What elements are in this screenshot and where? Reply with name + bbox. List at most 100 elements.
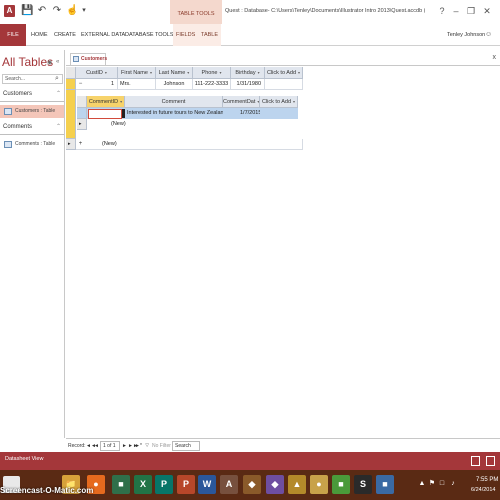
commentid-edit-field[interactable] [88, 109, 122, 119]
title-bar: A 💾 ↶ ↷ ☝ ▾ TABLE TOOLS Quest : Database… [0, 0, 500, 24]
sub-select-all-box[interactable] [77, 96, 87, 108]
word-icon[interactable]: W [198, 475, 216, 494]
volume-icon[interactable]: ♪ [449, 480, 457, 488]
last-record-button[interactable]: ►► [128, 441, 138, 451]
help-button[interactable]: ? [436, 5, 448, 17]
tab-database-tools[interactable]: DATABASE TOOLS [125, 24, 174, 46]
dropdown-arrow-icon[interactable]: ▾ [219, 70, 221, 75]
tab-file[interactable]: FILE [0, 24, 26, 46]
first-record-button[interactable]: ◄◄ [86, 441, 96, 451]
cell-birthday[interactable]: 1/31/1980 [231, 79, 265, 90]
sub-row-selector[interactable] [77, 108, 87, 119]
tray-expand-icon[interactable]: ▲ [418, 480, 426, 488]
dropdown-arrow-icon[interactable]: ▾ [187, 70, 189, 75]
column-header-label: CommentID [88, 99, 119, 105]
column-header-birthday[interactable]: Birthday ▾ [231, 67, 265, 79]
column-header-last-name[interactable]: Last Name ▾ [156, 67, 193, 79]
select-all-box[interactable] [66, 67, 76, 79]
dropdown-arrow-icon[interactable]: ▾ [120, 99, 122, 104]
sub-new-row-label[interactable]: (New) [111, 119, 151, 130]
sub-cell-click-to-add[interactable] [260, 108, 298, 119]
filter-icon[interactable]: ⛛ [145, 441, 149, 451]
app5-icon[interactable]: ● [310, 475, 328, 494]
new-record-button[interactable]: ►* [135, 441, 142, 451]
tab-home[interactable]: HOME [31, 24, 48, 46]
dropdown-arrow-icon[interactable]: ▾ [105, 70, 107, 75]
app4-icon[interactable]: ▲ [288, 475, 306, 494]
maximize-button[interactable]: ❐ [465, 5, 477, 17]
tab-create[interactable]: CREATE [54, 24, 76, 46]
row-selector[interactable] [66, 79, 76, 90]
access-app-icon[interactable]: A [4, 5, 15, 17]
next-record-button[interactable]: ► [121, 441, 128, 451]
smiley-icon[interactable]: ☺ [485, 31, 492, 38]
nav-item-customers-table[interactable]: Customers : Table [0, 105, 64, 118]
excel-icon[interactable]: X [134, 475, 152, 494]
pointer-icon[interactable]: ☝ [66, 5, 78, 17]
cell-last-name[interactable]: Johnson [156, 79, 193, 90]
tab-table[interactable]: TABLE [198, 24, 222, 46]
close-button[interactable]: ✕ [481, 5, 493, 17]
nav-dropdown-icon[interactable]: ◉ [47, 59, 52, 66]
undo-icon[interactable]: ↶ [36, 5, 48, 17]
new-record-star-icon: ▸ [68, 141, 71, 147]
sub-cell-comment[interactable]: Interested in future tours to New Zealan… [127, 108, 223, 119]
cell-custid[interactable]: 1 [76, 79, 118, 90]
app6-icon[interactable]: ■ [332, 475, 350, 494]
previous-record-button[interactable]: ◄ [93, 441, 100, 451]
nav-collapse-icon[interactable]: « [56, 59, 59, 65]
powerpoint-icon[interactable]: P [177, 475, 195, 494]
no-filter-button[interactable]: No Filter [152, 441, 171, 451]
record-position-input[interactable]: 1 of 1 [100, 441, 120, 451]
document-tab-customers[interactable]: Customers [70, 53, 107, 65]
sub-column-header-click-to-add[interactable]: Click to Add ▾ [260, 96, 298, 108]
publisher-icon[interactable]: P [155, 475, 173, 494]
group-header-comments[interactable]: Comments ⌃ [0, 121, 64, 135]
sub-column-header-commentid[interactable]: CommentID ▾ [87, 96, 125, 108]
column-header-custid[interactable]: CustID ▾ [76, 67, 118, 79]
save-icon[interactable]: 💾 [21, 5, 33, 17]
close-document-icon[interactable]: x [493, 54, 497, 61]
record-search-input[interactable]: Search [172, 441, 200, 451]
nav-search-input[interactable]: Search... [2, 74, 63, 84]
column-header-label: First Name [121, 70, 148, 76]
nav-item-comments-table[interactable]: Comments : Table [0, 138, 64, 151]
app-icon[interactable]: ■ [112, 475, 130, 494]
access-icon[interactable]: A [220, 475, 238, 494]
column-header-click-to-add[interactable]: Click to Add ▾ [265, 67, 303, 79]
dropdown-arrow-icon[interactable]: ▾ [150, 70, 152, 75]
cell-phone[interactable]: 111-222-3333 [193, 79, 231, 90]
cell-click-to-add[interactable] [265, 79, 303, 90]
dropdown-arrow-icon[interactable]: ▾ [258, 70, 260, 75]
new-row-label[interactable]: (New) [76, 139, 303, 150]
dropdown-arrow-icon[interactable]: ▾ [298, 70, 300, 75]
search-icon[interactable]: ⌕ [55, 75, 59, 83]
group-header-customers[interactable]: Customers ⌃ [0, 88, 64, 102]
sub-column-header-comment[interactable]: Comment [125, 96, 223, 108]
app7-icon[interactable]: S [354, 475, 372, 494]
column-header-first-name[interactable]: First Name ▾ [118, 67, 156, 79]
redo-icon[interactable]: ↷ [51, 5, 63, 17]
datasheet-view-icon[interactable] [471, 456, 480, 466]
tab-external-data[interactable]: EXTERNAL DATA [81, 24, 125, 46]
network-icon[interactable]: □ [438, 480, 446, 488]
minimize-button[interactable]: – [450, 5, 462, 17]
sub-cell-commentdate[interactable]: 1/7/2015 [240, 108, 260, 119]
tab-fields[interactable]: FIELDS [173, 24, 199, 46]
user-name[interactable]: Tenley Johnson [447, 32, 485, 38]
new-row-selector[interactable]: ▸ [66, 139, 76, 150]
sub-column-header-commentdate[interactable]: CommentDat ▾ [223, 96, 260, 108]
flag-icon[interactable]: ⚑ [428, 480, 436, 488]
dropdown-arrow-icon[interactable]: ▾ [293, 99, 295, 104]
app8-icon[interactable]: ■ [376, 475, 394, 494]
clock-time[interactable]: 7:55 PM [476, 477, 498, 483]
cell-first-name[interactable]: Mrs. [118, 79, 156, 90]
column-header-phone[interactable]: Phone ▾ [193, 67, 231, 79]
customize-qat-icon[interactable]: ▾ [78, 5, 90, 17]
sub-new-row-selector[interactable]: ▸ [77, 119, 87, 130]
clock-date[interactable]: 6/24/2014 [471, 487, 495, 493]
app2-icon[interactable]: ◆ [243, 475, 261, 494]
app3-icon[interactable]: ◆ [266, 475, 284, 494]
nav-pane-title[interactable]: All Tables [2, 55, 53, 69]
design-view-icon[interactable] [486, 456, 495, 466]
